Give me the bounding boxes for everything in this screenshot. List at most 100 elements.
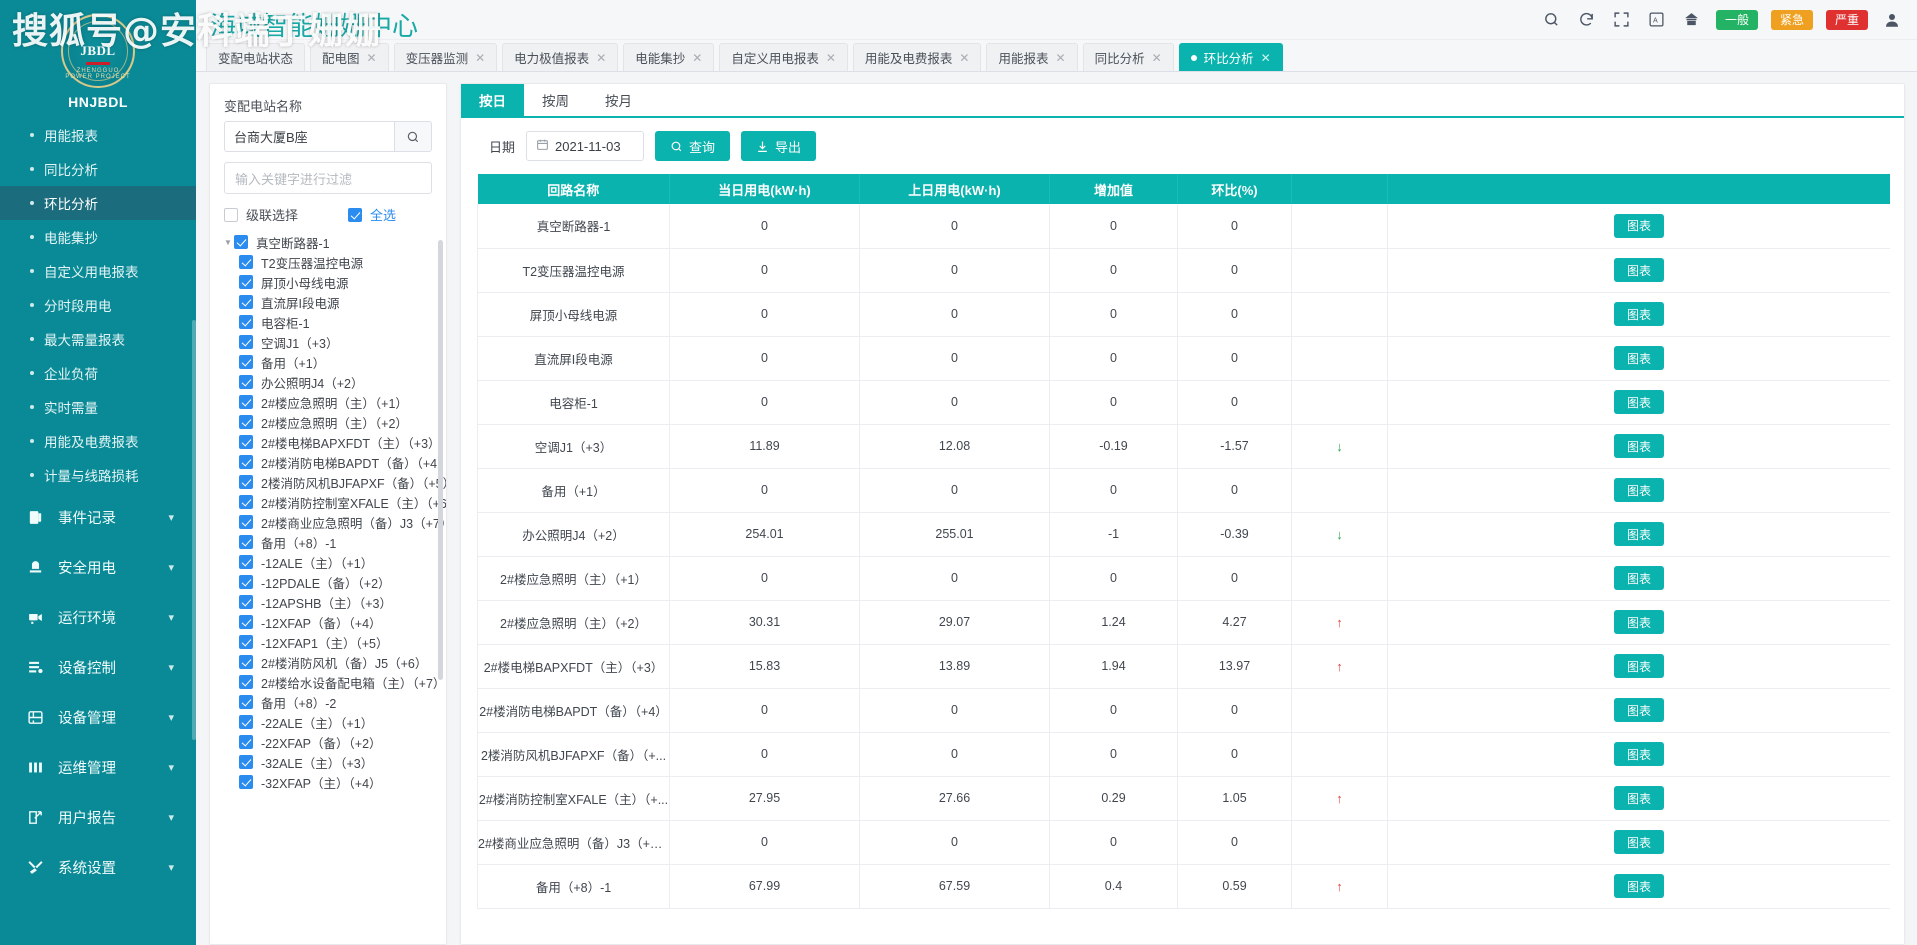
chart-button[interactable]: 图表 bbox=[1614, 214, 1664, 238]
date-input[interactable]: 2021-11-03 bbox=[526, 131, 644, 161]
sidebar-group-7[interactable]: 系统设置▾ bbox=[0, 842, 196, 892]
tree-child-node[interactable]: -12XFAP1（主）（+5） bbox=[222, 632, 446, 652]
close-icon[interactable]: ✕ bbox=[959, 51, 969, 65]
chart-button[interactable]: 图表 bbox=[1614, 874, 1664, 898]
chart-button[interactable]: 图表 bbox=[1614, 434, 1664, 458]
tree-child-node[interactable]: 电容柜-1 bbox=[222, 312, 446, 332]
badge-normal[interactable]: 一般 bbox=[1716, 10, 1758, 30]
tree-node-checkbox[interactable] bbox=[239, 475, 253, 489]
chart-button[interactable]: 图表 bbox=[1614, 346, 1664, 370]
tree-child-node[interactable]: 2#楼商业应急照明（备）J3（+7） bbox=[222, 512, 446, 532]
refresh-icon[interactable] bbox=[1576, 9, 1598, 31]
chart-button[interactable]: 图表 bbox=[1614, 742, 1664, 766]
translate-icon[interactable]: A bbox=[1646, 9, 1668, 31]
sidebar-group-0[interactable]: 事件记录▾ bbox=[0, 492, 196, 542]
sidebar-item-6[interactable]: 最大需量报表 bbox=[0, 322, 196, 356]
tab-4[interactable]: 电能集抄✕ bbox=[623, 43, 714, 71]
tree-node-checkbox[interactable] bbox=[239, 715, 253, 729]
chart-button[interactable]: 图表 bbox=[1614, 610, 1664, 634]
tree-node-checkbox[interactable] bbox=[239, 315, 253, 329]
tree-child-node[interactable]: -12XFAP（备）（+4） bbox=[222, 612, 446, 632]
chart-button[interactable]: 图表 bbox=[1614, 390, 1664, 414]
tree-scrollbar[interactable] bbox=[438, 240, 443, 680]
chart-button[interactable]: 图表 bbox=[1614, 302, 1664, 326]
tree-node-checkbox[interactable] bbox=[239, 575, 253, 589]
sidebar-item-1[interactable]: 同比分析 bbox=[0, 152, 196, 186]
tree-node-checkbox[interactable] bbox=[239, 675, 253, 689]
tree-node-checkbox[interactable] bbox=[239, 255, 253, 269]
close-icon[interactable]: ✕ bbox=[1261, 51, 1271, 65]
tree-child-node[interactable]: 备用（+1） bbox=[222, 352, 446, 372]
close-icon[interactable]: ✕ bbox=[596, 51, 606, 65]
tree-child-node[interactable]: T2变压器温控电源 bbox=[222, 252, 446, 272]
chart-button[interactable]: 图表 bbox=[1614, 478, 1664, 502]
chart-button[interactable]: 图表 bbox=[1614, 522, 1664, 546]
tree-node-checkbox[interactable] bbox=[239, 755, 253, 769]
sidebar-item-3[interactable]: 电能集抄 bbox=[0, 220, 196, 254]
chart-button[interactable]: 图表 bbox=[1614, 566, 1664, 590]
tab-1[interactable]: 配电图✕ bbox=[310, 43, 389, 71]
close-icon[interactable]: ✕ bbox=[475, 51, 485, 65]
query-button[interactable]: 查询 bbox=[655, 131, 730, 161]
tree-node-checkbox[interactable] bbox=[239, 295, 253, 309]
select-all-control[interactable]: 全选 bbox=[348, 205, 396, 224]
sidebar-item-5[interactable]: 分时段用电 bbox=[0, 288, 196, 322]
tree-node-checkbox[interactable] bbox=[239, 495, 253, 509]
chart-button[interactable]: 图表 bbox=[1614, 830, 1664, 854]
tree-node-checkbox[interactable] bbox=[239, 375, 253, 389]
tree-root-node[interactable]: ▼真空断路器-1 bbox=[222, 232, 446, 252]
sidebar-group-3[interactable]: 设备控制▾ bbox=[0, 642, 196, 692]
tree-node-checkbox[interactable] bbox=[239, 775, 253, 789]
fullscreen-icon[interactable] bbox=[1611, 9, 1633, 31]
cascade-checkbox[interactable] bbox=[224, 208, 238, 222]
sidebar-group-5[interactable]: 运维管理▾ bbox=[0, 742, 196, 792]
sidebar-item-10[interactable]: 计量与线路损耗 bbox=[0, 458, 196, 492]
sidebar-item-9[interactable]: 用能及电费报表 bbox=[0, 424, 196, 458]
subtab-1[interactable]: 按周 bbox=[524, 84, 587, 116]
tree-child-node[interactable]: -12PDALE（备）（+2） bbox=[222, 572, 446, 592]
tree-child-node[interactable]: 2#楼应急照明（主）（+2） bbox=[222, 412, 446, 432]
tree-child-node[interactable]: 2#楼消防电梯BAPDT（备）（+4） bbox=[222, 452, 446, 472]
tree-node-checkbox[interactable] bbox=[239, 435, 253, 449]
tree-child-node[interactable]: 2#楼消防控制室XFALE（主）（+6） bbox=[222, 492, 446, 512]
chart-button[interactable]: 图表 bbox=[1614, 698, 1664, 722]
tree-child-node[interactable]: 空调J1（+3） bbox=[222, 332, 446, 352]
sidebar-scrollbar[interactable] bbox=[192, 320, 196, 740]
tree-node-checkbox[interactable] bbox=[239, 395, 253, 409]
tab-2[interactable]: 变压器监测✕ bbox=[394, 43, 498, 71]
tree-filter-input[interactable]: 输入关键字进行过滤 bbox=[224, 162, 432, 194]
tree-child-node[interactable]: -22XFAP（备）（+2） bbox=[222, 732, 446, 752]
tree-child-node[interactable]: 2#楼给水设备配电箱（主）（+7） bbox=[222, 672, 446, 692]
export-button[interactable]: 导出 bbox=[741, 131, 816, 161]
tree-node-checkbox[interactable] bbox=[239, 695, 253, 709]
tree-node-checkbox[interactable] bbox=[239, 655, 253, 669]
tree-node-checkbox[interactable] bbox=[239, 535, 253, 549]
tab-7[interactable]: 用能报表✕ bbox=[986, 43, 1077, 71]
chart-button[interactable]: 图表 bbox=[1614, 258, 1664, 282]
tree-child-node[interactable]: 2楼消防风机BJFAPXF（备）（+5） bbox=[222, 472, 446, 492]
tab-9[interactable]: 环比分析✕ bbox=[1179, 43, 1283, 71]
tree-node-checkbox[interactable] bbox=[239, 555, 253, 569]
tree-node-checkbox[interactable] bbox=[239, 735, 253, 749]
tree-node-checkbox[interactable] bbox=[239, 415, 253, 429]
station-select[interactable]: 台商大厦B座 bbox=[224, 121, 394, 152]
caret-down-icon[interactable]: ▼ bbox=[222, 238, 234, 247]
tree-node-checkbox[interactable] bbox=[239, 635, 253, 649]
close-icon[interactable]: ✕ bbox=[692, 51, 702, 65]
subtab-2[interactable]: 按月 bbox=[587, 84, 650, 116]
sidebar-item-7[interactable]: 企业负荷 bbox=[0, 356, 196, 390]
tree-child-node[interactable]: 备用（+8）-2 bbox=[222, 692, 446, 712]
alarm-bell-icon[interactable] bbox=[1681, 9, 1703, 31]
station-search-button[interactable] bbox=[394, 121, 432, 152]
sidebar-group-1[interactable]: 安全用电▾ bbox=[0, 542, 196, 592]
tree-child-node[interactable]: 2#楼电梯BAPXFDT（主）（+3） bbox=[222, 432, 446, 452]
tree-child-node[interactable]: 2#楼消防风机（备）J5（+6） bbox=[222, 652, 446, 672]
sidebar-item-0[interactable]: 用能报表 bbox=[0, 118, 196, 152]
tree-child-node[interactable]: 备用（+8）-1 bbox=[222, 532, 446, 552]
tree-child-node[interactable]: -32ALE（主）（+3） bbox=[222, 752, 446, 772]
sidebar-item-2[interactable]: 环比分析 bbox=[0, 186, 196, 220]
tree-node-checkbox[interactable] bbox=[239, 595, 253, 609]
tree-child-node[interactable]: 直流屏I段电源 bbox=[222, 292, 446, 312]
tree-child-node[interactable]: -12ALE（主）（+1） bbox=[222, 552, 446, 572]
tab-3[interactable]: 电力极值报表✕ bbox=[502, 43, 618, 71]
